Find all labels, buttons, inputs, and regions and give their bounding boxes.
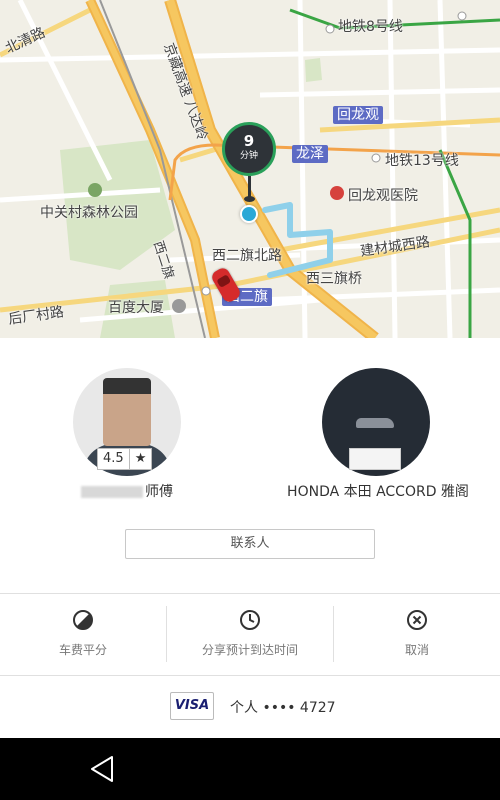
map-label-baidu-building: 百度大厦 — [108, 300, 164, 316]
share-eta-button[interactable]: 分享预计到达时间 — [167, 594, 333, 674]
map-label-xierqi-north: 西二旗北路 — [212, 248, 282, 264]
cancel-icon — [407, 610, 427, 630]
clock-icon — [240, 610, 260, 630]
split-fare-button[interactable]: 车费平分 — [0, 594, 166, 674]
blurred-name — [81, 486, 143, 498]
pickup-location-dot — [240, 205, 258, 223]
visa-card-icon[interactable]: VISA — [170, 692, 214, 720]
map-label-subway8: 地铁8号线 — [338, 19, 403, 35]
map-view[interactable]: 北清路 地铁8号线 京藏高速 八达岭 回龙观 龙泽 地铁13号线 中关村森林公园… — [0, 0, 500, 338]
split-fare-label: 车费平分 — [58, 643, 107, 657]
car-silhouette-icon — [356, 418, 394, 428]
building-icon — [172, 299, 186, 313]
map-label-xisanqi-bridge: 西三旗桥 — [306, 271, 362, 287]
split-fare-icon — [73, 610, 93, 630]
vehicle-name: HONDA 本田 ACCORD 雅阁 — [287, 484, 469, 500]
map-label-zhongguancun-park: 中关村森林公园 — [40, 205, 138, 221]
share-eta-label: 分享预计到达时间 — [201, 643, 298, 657]
map-label-subway13: 地铁13号线 — [385, 153, 459, 169]
payment-method-text[interactable]: 个人 •••• 4727 — [230, 697, 336, 717]
hospital-icon — [330, 186, 344, 200]
driver-name-suffix: 师傅 — [145, 484, 173, 500]
driver-vehicle-panel: 4.5 ★ 师傅 HONDA 本田 ACCORD 雅阁 — [0, 338, 500, 508]
eta-unit: 分钟 — [239, 151, 258, 161]
park-icon — [88, 183, 102, 197]
driver-rating: 4.5 — [98, 449, 130, 469]
station-badge-longze: 龙泽 — [292, 145, 328, 163]
android-nav-bar — [0, 738, 500, 800]
back-icon[interactable] — [88, 754, 118, 784]
cancel-label: 取消 — [404, 643, 429, 657]
driver-name: 师傅 — [60, 481, 194, 501]
cancel-ride-button[interactable]: 取消 — [334, 594, 500, 674]
station-badge-huilongguan: 回龙观 — [333, 106, 383, 124]
license-plate — [349, 448, 401, 470]
map-label-hospital: 回龙观医院 — [348, 188, 418, 204]
pin-tip — [244, 196, 255, 202]
divider — [0, 675, 500, 676]
driver-rating-badge: 4.5 ★ — [97, 448, 153, 470]
star-icon: ★ — [134, 451, 147, 466]
eta-minutes: 9 — [243, 132, 255, 150]
contact-button[interactable]: 联系人 — [125, 529, 375, 559]
eta-pin[interactable]: 9 分钟 — [222, 122, 276, 176]
